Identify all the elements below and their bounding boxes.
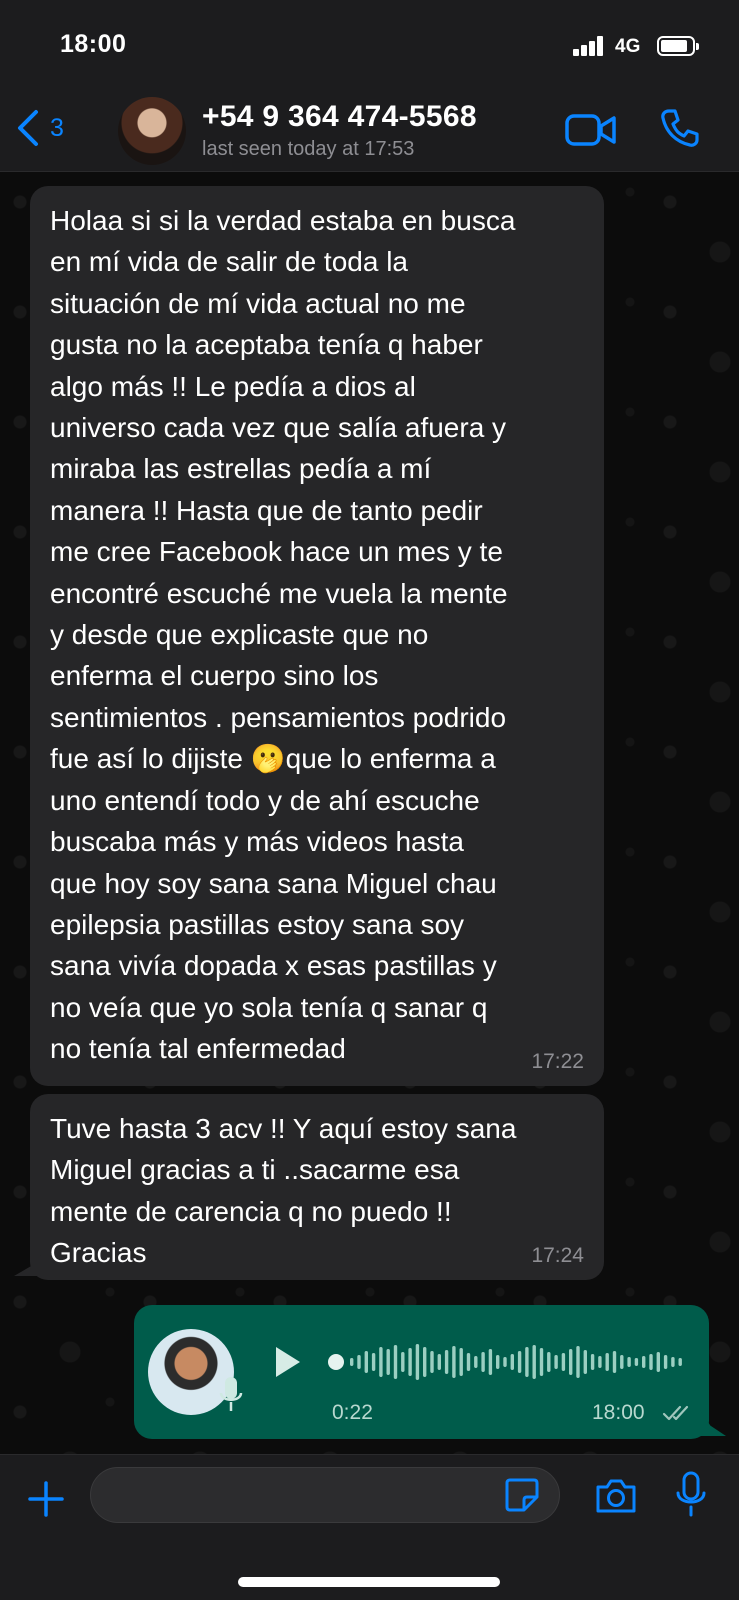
contact-avatar[interactable] bbox=[118, 97, 186, 165]
waveform-bar bbox=[671, 1357, 675, 1367]
outgoing-voice-message[interactable]: 0:22 18:00 bbox=[134, 1305, 709, 1439]
video-call-icon[interactable] bbox=[565, 112, 617, 148]
message-time: 17:22 bbox=[531, 1050, 584, 1073]
waveform-bar bbox=[386, 1349, 390, 1375]
waveform-bar bbox=[379, 1347, 383, 1377]
voice-duration: 0:22 bbox=[332, 1401, 373, 1424]
waveform-bar bbox=[642, 1356, 646, 1368]
signal-icon bbox=[573, 36, 605, 56]
waveform-bar bbox=[547, 1352, 551, 1372]
waveform-bar bbox=[612, 1351, 617, 1373]
waveform-bar bbox=[437, 1354, 441, 1370]
waveform-bar bbox=[401, 1352, 405, 1372]
waveform-bar bbox=[532, 1345, 536, 1379]
waveform-bar bbox=[583, 1350, 587, 1374]
waveform-bar bbox=[415, 1344, 420, 1380]
waveform-bar bbox=[503, 1357, 507, 1367]
waveform-bar bbox=[452, 1346, 456, 1378]
waveform-bar bbox=[598, 1356, 602, 1368]
waveform-bar bbox=[466, 1353, 471, 1371]
play-icon[interactable] bbox=[274, 1345, 302, 1379]
waveform-bar bbox=[430, 1351, 434, 1373]
waveform-bar bbox=[620, 1355, 624, 1369]
last-seen-status: last seen today at 17:53 bbox=[202, 138, 415, 160]
waveform-bar bbox=[554, 1355, 558, 1369]
waveform-bar bbox=[576, 1346, 580, 1378]
message-text: Holaa si si la verdad estaba en busca en… bbox=[50, 205, 516, 1065]
microphone-icon[interactable] bbox=[676, 1471, 706, 1519]
waveform-bar bbox=[539, 1348, 544, 1376]
waveform-bar bbox=[649, 1354, 653, 1370]
home-indicator bbox=[238, 1577, 500, 1587]
network-type: 4G bbox=[615, 36, 641, 57]
message-text: Tuve hasta 3 acv !! Y aquí estoy sana Mi… bbox=[50, 1113, 517, 1269]
message-time: 17:24 bbox=[531, 1244, 584, 1267]
waveform-bar bbox=[393, 1345, 398, 1379]
incoming-message[interactable]: Holaa si si la verdad estaba en busca en… bbox=[30, 186, 604, 1086]
waveform-bar bbox=[510, 1354, 514, 1370]
playback-position-dot[interactable] bbox=[328, 1354, 344, 1370]
waveform-bar bbox=[474, 1356, 478, 1368]
waveform-bar bbox=[423, 1347, 427, 1377]
waveform-bar bbox=[627, 1357, 631, 1367]
status-bar: 18:00 4G bbox=[0, 0, 739, 92]
plus-icon[interactable] bbox=[26, 1479, 66, 1519]
message-time: 18:00 bbox=[592, 1401, 645, 1424]
waveform-bar bbox=[357, 1355, 361, 1369]
back-chevron-icon bbox=[18, 110, 38, 146]
waveform-bar bbox=[663, 1355, 668, 1369]
waveform-bar bbox=[590, 1354, 595, 1370]
battery-icon bbox=[657, 36, 699, 56]
waveform-bar bbox=[350, 1358, 354, 1366]
waveform-bar bbox=[444, 1350, 449, 1374]
sticker-icon[interactable] bbox=[504, 1477, 540, 1513]
unread-count: 3 bbox=[50, 113, 64, 142]
waveform-bar bbox=[656, 1352, 660, 1372]
waveform-bar bbox=[678, 1358, 682, 1366]
waveform-bar bbox=[517, 1351, 522, 1373]
waveform-bar bbox=[364, 1351, 368, 1373]
waveform-bar bbox=[605, 1353, 609, 1371]
waveform-bar bbox=[408, 1348, 412, 1376]
waveform-bar bbox=[525, 1347, 529, 1377]
waveform-bar bbox=[561, 1353, 566, 1371]
waveform-bar bbox=[496, 1355, 500, 1369]
waveform-bar bbox=[459, 1348, 463, 1376]
waveform-bar bbox=[371, 1353, 376, 1371]
status-time: 18:00 bbox=[60, 30, 127, 58]
waveform-bar bbox=[569, 1349, 573, 1375]
waveform-bar bbox=[488, 1349, 493, 1375]
message-input-bar bbox=[0, 1454, 739, 1600]
chat-header: 3 +54 9 364 474-5568 last seen today at … bbox=[0, 92, 739, 172]
waveform-bar bbox=[634, 1358, 639, 1366]
incoming-message[interactable]: Tuve hasta 3 acv !! Y aquí estoy sana Mi… bbox=[30, 1094, 604, 1280]
contact-name[interactable]: +54 9 364 474-5568 bbox=[202, 100, 477, 134]
audio-waveform[interactable] bbox=[328, 1339, 688, 1385]
camera-icon[interactable] bbox=[594, 1477, 638, 1515]
microphone-icon bbox=[219, 1377, 243, 1411]
message-input[interactable] bbox=[90, 1467, 560, 1523]
double-check-icon bbox=[662, 1405, 689, 1421]
phone-call-icon[interactable] bbox=[660, 108, 700, 148]
back-button[interactable]: 3 bbox=[14, 108, 64, 148]
waveform-bar bbox=[481, 1352, 485, 1372]
